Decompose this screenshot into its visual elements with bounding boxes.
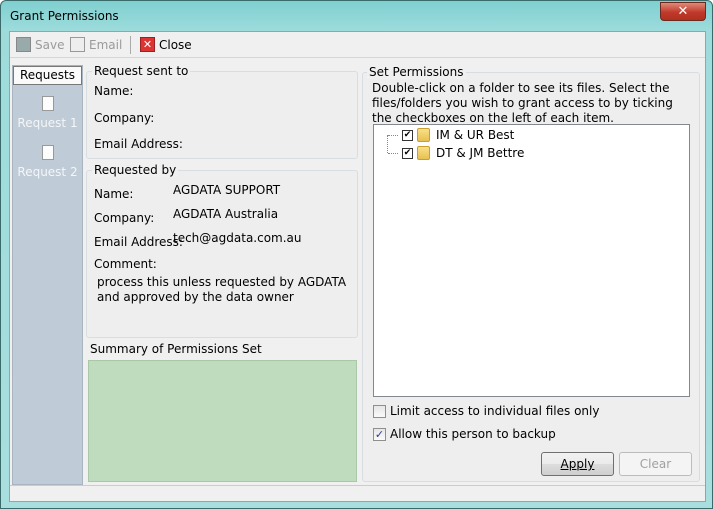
company-label: Company: — [94, 111, 155, 125]
toolbar: Save Email ✕ Close — [10, 32, 705, 58]
envelope-icon — [70, 37, 85, 52]
sidebar-item-request-2[interactable]: Request 2 — [13, 145, 82, 179]
red-x-icon: ✕ — [140, 37, 155, 52]
sidebar-item-request-1[interactable]: Request 1 — [13, 96, 82, 130]
toolbar-separator — [130, 36, 131, 54]
set-permissions-title: Set Permissions — [367, 65, 466, 79]
requester-email: tech@agdata.com.au — [173, 231, 302, 245]
allow-backup-checkbox[interactable]: ✓ Allow this person to backup — [373, 427, 556, 441]
request-label: Request 1 — [17, 116, 78, 130]
folder-icon — [417, 128, 430, 142]
email-label: Email — [89, 37, 123, 52]
checkbox-checked-icon[interactable]: ✔ — [402, 129, 413, 141]
requested-by-title: Requested by — [92, 163, 179, 177]
requests-header[interactable]: Requests — [13, 66, 82, 85]
window-frame: Grant Permissions ✕ Save Email ✕ Close R… — [0, 0, 713, 509]
request-sent-to-title: Request sent to — [92, 64, 191, 78]
status-bar — [10, 485, 705, 501]
instructions-text: Double-click on a folder to see its file… — [372, 81, 673, 125]
email-button[interactable]: Email — [70, 37, 122, 52]
document-icon — [41, 96, 54, 111]
close-label: Close — [159, 37, 192, 52]
close-icon[interactable]: ✕ — [660, 2, 706, 21]
save-label: Save — [35, 37, 65, 52]
company-label: Company: — [94, 211, 155, 225]
tree-item[interactable]: ✔ DT & JM Bettre — [374, 146, 524, 160]
folder-tree[interactable]: ✔ IM & UR Best ✔ DT & JM Bettre — [373, 124, 690, 397]
requester-company: AGDATA Australia — [173, 207, 279, 221]
window-client: Save Email ✕ Close Requests Request 1 Re… — [9, 31, 706, 502]
document-icon — [41, 145, 54, 160]
limit-access-label: Limit access to individual files only — [390, 404, 600, 418]
window-title: Grant Permissions — [10, 9, 119, 23]
apply-button[interactable]: Apply — [541, 452, 614, 476]
close-button[interactable]: ✕ Close — [140, 37, 192, 52]
comment-label: Comment: — [94, 257, 157, 271]
save-button[interactable]: Save — [16, 37, 64, 52]
clear-button[interactable]: Clear — [619, 452, 692, 476]
allow-backup-label: Allow this person to backup — [390, 427, 556, 441]
email-address-label: Email Address: — [94, 235, 183, 249]
floppy-disk-icon — [16, 37, 31, 52]
limit-access-checkbox[interactable]: Limit access to individual files only — [373, 404, 599, 418]
tree-item-label: IM & UR Best — [436, 128, 515, 142]
tree-item-label: DT & JM Bettre — [436, 146, 525, 160]
comment-text: process this unless requested by AGDATA … — [97, 275, 347, 304]
name-label: Name: — [94, 84, 134, 98]
folder-icon — [417, 146, 430, 160]
requests-sidebar: Requests Request 1 Request 2 — [12, 65, 83, 485]
request-label: Request 2 — [17, 165, 78, 179]
checkbox-unchecked-icon — [373, 404, 386, 418]
email-address-label: Email Address: — [94, 137, 183, 151]
summary-area — [88, 360, 357, 482]
checkbox-checked-icon[interactable]: ✔ — [402, 147, 413, 159]
name-label: Name: — [94, 187, 134, 201]
tree-item[interactable]: ✔ IM & UR Best — [374, 128, 514, 142]
checkmark-icon: ✓ — [373, 427, 386, 441]
requester-name: AGDATA SUPPORT — [173, 183, 281, 197]
summary-title: Summary of Permissions Set — [90, 342, 262, 356]
